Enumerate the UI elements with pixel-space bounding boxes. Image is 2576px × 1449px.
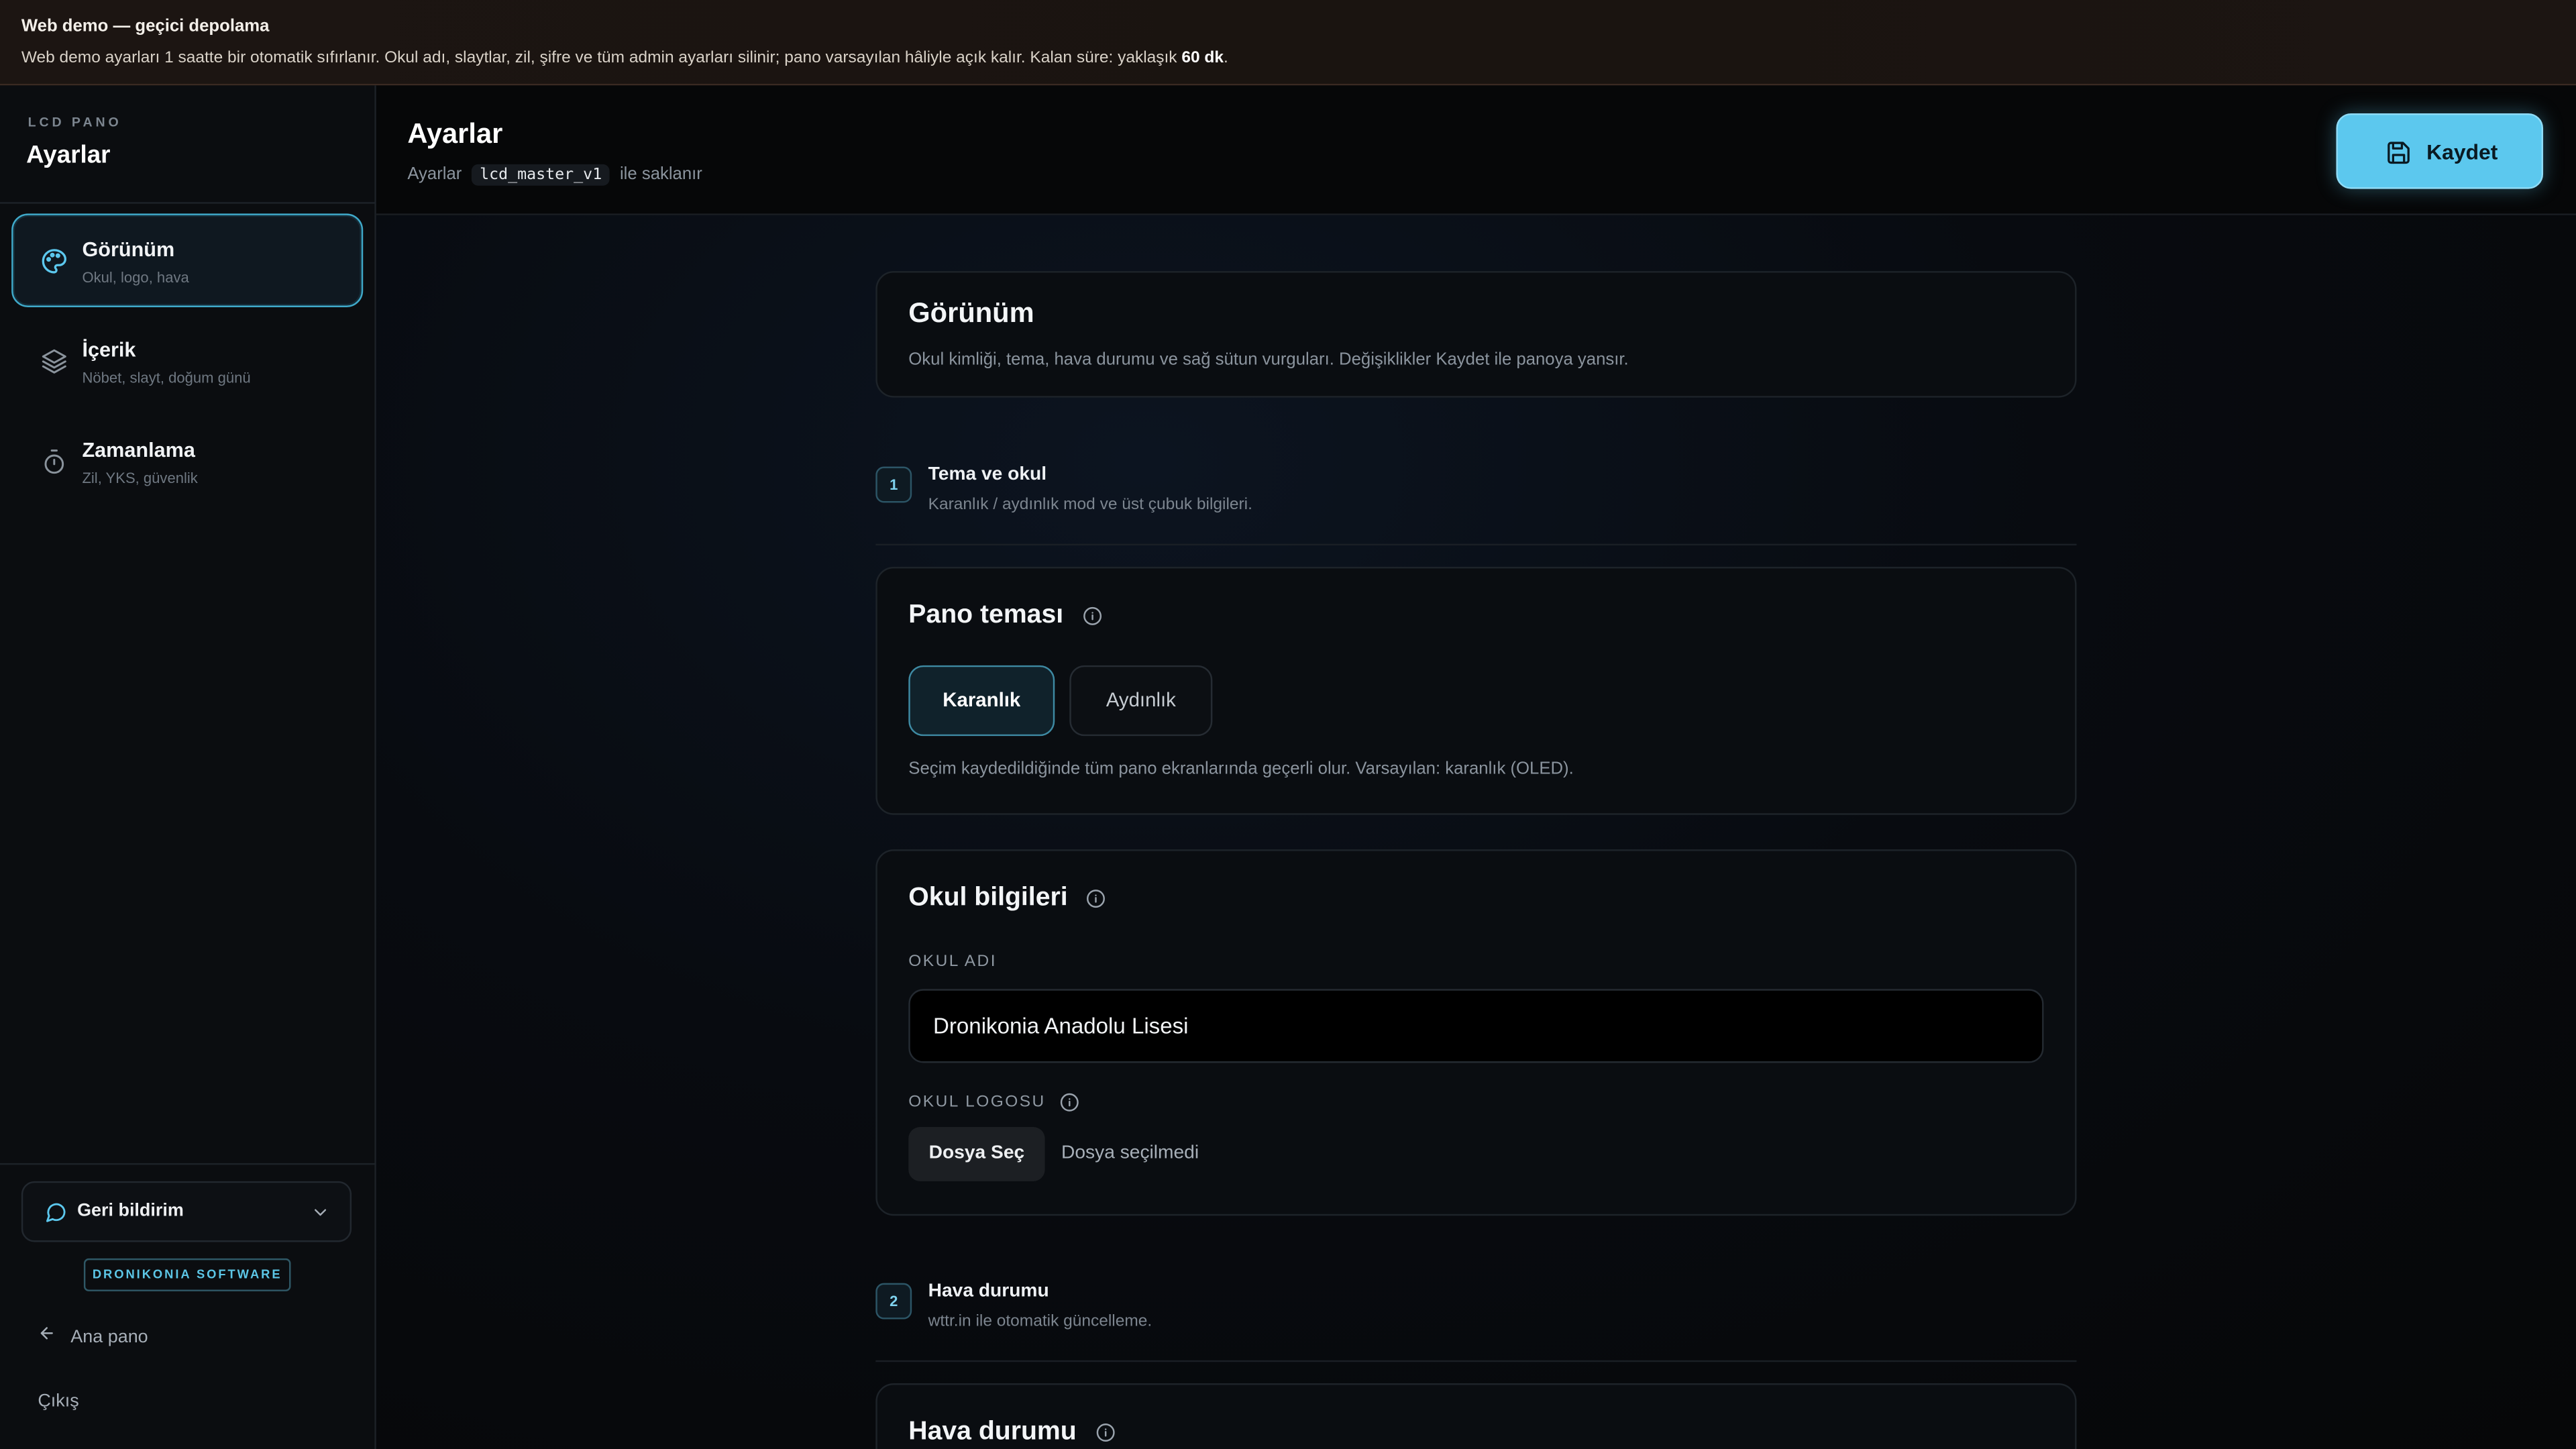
school-logo-label: OKUL LOGOSU (908, 1093, 1079, 1112)
theme-light-button[interactable]: Aydınlık (1069, 665, 1213, 737)
sidebar-item-label: İçerik (82, 338, 136, 362)
section-description: Okul kimliği, tema, hava durumu ve sağ s… (908, 350, 1629, 370)
banner-remaining-time: 60 dk (1181, 49, 1224, 68)
feedback-dropdown[interactable]: Geri bildirim (21, 1181, 352, 1242)
step-subtitle: wttr.in ile otomatik güncelleme. (928, 1312, 1152, 1331)
sidebar-item-sub: Nöbet, slayt, doğum günü (82, 370, 251, 386)
school-card-title: Okul bilgileri (908, 884, 1106, 914)
chevron-down-icon (314, 1209, 327, 1216)
school-name-label: OKUL ADI (908, 953, 997, 971)
step-number: 2 (875, 1283, 912, 1320)
banner-text: Web demo ayarları 1 saatte bir otomatik … (21, 48, 2555, 70)
choose-file-button[interactable]: Dosya Seç (908, 1127, 1045, 1181)
sidebar-item-label: Görünüm (82, 238, 175, 262)
layers-icon (42, 349, 66, 374)
theme-card-title-text: Pano teması (908, 601, 1064, 629)
sidebar-item-label: Zamanlama (82, 438, 195, 462)
school-info-card: Okul bilgileri OKUL ADI Dronikonia Anado… (875, 849, 2077, 1216)
demo-banner: Web demo — geçici depolama Web demo ayar… (0, 0, 2576, 86)
school-card-title-text: Okul bilgileri (908, 883, 1068, 912)
info-icon[interactable] (1082, 606, 1102, 625)
step-hava-durumu: 2 Hava durumu wttr.in ile otomatik günce… (875, 1281, 2077, 1362)
step-title: Tema ve okul (928, 465, 1047, 485)
logout-link[interactable]: Çıkış (38, 1391, 78, 1411)
sidebar-item-gorunum[interactable]: Görünüm Okul, logo, hava (11, 213, 364, 307)
save-icon (2387, 142, 2410, 164)
school-logo-label-text: OKUL LOGOSU (908, 1093, 1046, 1112)
main-content: Görünüm Okul kimliği, tema, hava durumu … (376, 215, 2576, 1449)
subtitle-suffix: ile saklanır (619, 164, 702, 184)
page-header: Ayarlar Ayarlar lcd_master_v1 ile saklan… (376, 85, 2576, 215)
save-button-label: Kaydet (2426, 140, 2498, 164)
sidebar-item-zamanlama[interactable]: Zamanlama Zil, YKS, güvenlik (11, 414, 363, 508)
timer-icon (44, 449, 64, 474)
sidebar-bottom-divider (0, 1163, 376, 1165)
theme-card: Pano teması Karanlık Aydınlık Seçim kayd… (875, 566, 2077, 815)
subtitle-prefix: Ayarlar (407, 164, 462, 184)
page-subtitle: Ayarlar lcd_master_v1 ile saklanır (407, 164, 702, 186)
step-subtitle: Karanlık / aydınlık mod ve üst çubuk bil… (928, 496, 1252, 515)
sidebar-item-icerik[interactable]: İçerik Nöbet, slayt, doğum günü (11, 314, 363, 408)
section-title: Görünüm (908, 297, 1034, 329)
brand-subtitle: LCD PANO (28, 115, 122, 130)
page-title: Ayarlar (407, 118, 503, 150)
step-title: Hava durumu (928, 1281, 1049, 1301)
theme-note: Seçim kaydedildiğinde tüm pano ekranları… (908, 759, 1574, 779)
message-icon (46, 1203, 66, 1222)
palette-icon (42, 249, 67, 274)
sidebar-item-sub: Okul, logo, hava (82, 269, 189, 286)
banner-suffix: . (1224, 49, 1228, 68)
sidebar-item-sub: Zil, YKS, güvenlik (82, 470, 198, 486)
banner-message: Web demo ayarları 1 saatte bir otomatik … (21, 49, 1182, 68)
theme-dark-button[interactable]: Karanlık (908, 665, 1055, 737)
info-icon[interactable] (1060, 1093, 1079, 1112)
brand-title: Ayarlar (26, 141, 111, 170)
arrow-left-icon (38, 1324, 57, 1347)
step-tema-ve-okul: 1 Tema ve okul Karanlık / aydınlık mod v… (875, 465, 2077, 546)
sidebar: LCD PANO Ayarlar Görünüm Okul, logo, hav… (0, 85, 376, 1449)
step-number: 1 (875, 466, 912, 503)
weather-card: Hava durumu (875, 1383, 2077, 1449)
vendor-badge: DRONIKONIA SOFTWARE (83, 1258, 291, 1291)
sidebar-divider (0, 202, 376, 204)
weather-card-title: Hava durumu (908, 1417, 1115, 1447)
info-icon[interactable] (1095, 1422, 1115, 1442)
banner-title: Web demo — geçici depolama (21, 16, 270, 36)
storage-key: lcd_master_v1 (471, 164, 610, 186)
theme-card-title: Pano teması (908, 601, 1102, 631)
info-icon[interactable] (1087, 888, 1106, 908)
feedback-label: Geri bildirim (77, 1201, 184, 1221)
back-to-dashboard-link[interactable]: Ana pano (38, 1324, 148, 1347)
section-header-card: Görünüm Okul kimliği, tema, hava durumu … (875, 271, 2077, 398)
weather-card-title-text: Hava durumu (908, 1417, 1077, 1446)
back-link-label: Ana pano (70, 1327, 148, 1348)
school-name-input[interactable]: Dronikonia Anadolu Lisesi (908, 989, 2044, 1063)
save-button[interactable]: Kaydet (2336, 113, 2544, 189)
file-status: Dosya seçilmedi (1061, 1143, 1199, 1163)
